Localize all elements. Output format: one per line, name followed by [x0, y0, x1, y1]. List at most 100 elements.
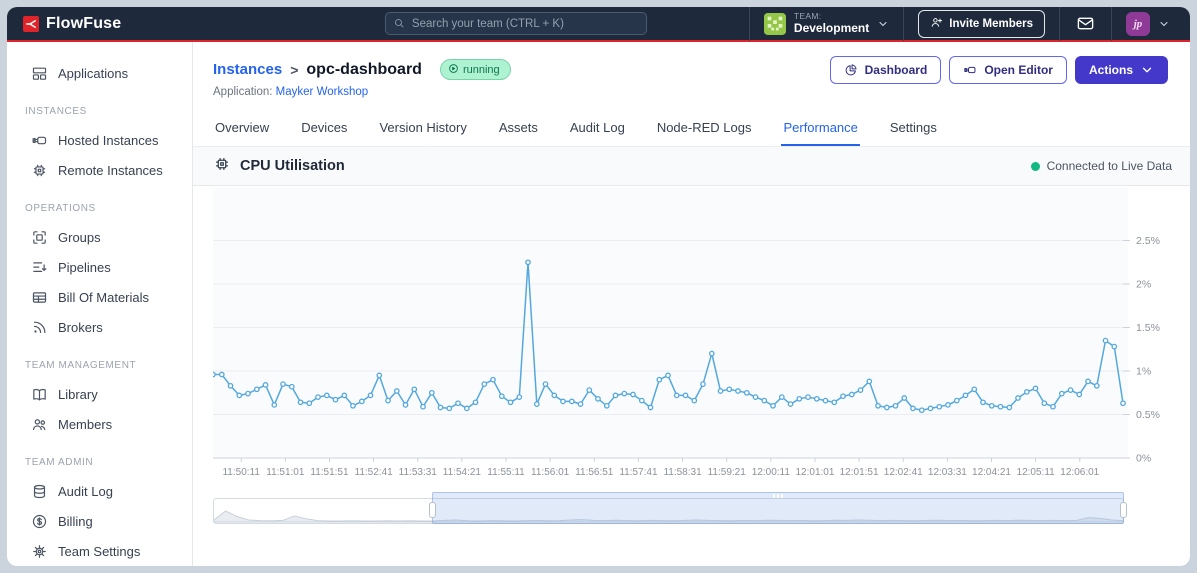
mail-icon: [1076, 14, 1095, 33]
sidebar-item-members[interactable]: Members: [7, 409, 192, 439]
button-label: Open Editor: [984, 63, 1053, 77]
flowfuse-logo[interactable]: FlowFuse: [23, 15, 121, 33]
team-search: [384, 12, 647, 35]
sidebar-item-audit-log[interactable]: Audit Log: [7, 476, 192, 506]
audit-log-icon: [31, 483, 48, 500]
tab-version-history[interactable]: Version History: [377, 112, 468, 146]
svg-text:1%: 1%: [1136, 366, 1151, 378]
sidebar-item-library[interactable]: Library: [7, 379, 192, 409]
invite-members-label: Invite Members: [949, 17, 1033, 30]
sidebar-item-label: Brokers: [58, 319, 103, 335]
sidebar-item-label: Pipelines: [58, 259, 111, 275]
user-menu[interactable]: jp: [1112, 11, 1176, 36]
open-editor-button[interactable]: Open Editor: [949, 56, 1067, 84]
bom-icon: [31, 289, 48, 306]
tab-devices[interactable]: Devices: [299, 112, 349, 146]
svg-text:2.5%: 2.5%: [1136, 235, 1160, 247]
chart-panel-header: CPU Utilisation Connected to Live Data: [193, 147, 1190, 186]
svg-text:11:52:41: 11:52:41: [355, 467, 394, 478]
dashboard-button[interactable]: Dashboard: [829, 56, 942, 84]
invite-members-button[interactable]: Invite Members: [918, 9, 1045, 38]
notifications-button[interactable]: [1060, 14, 1111, 33]
svg-text:0%: 0%: [1136, 453, 1151, 465]
svg-text:2%: 2%: [1136, 279, 1151, 291]
sidebar-item-applications[interactable]: Applications: [7, 58, 192, 88]
svg-text:12:06:01: 12:06:01: [1060, 467, 1099, 478]
settings-icon: [31, 543, 48, 560]
sidebar-item-label: Remote Instances: [58, 162, 163, 178]
page-header: Instances > opc-dashboard running Applic…: [193, 42, 1190, 98]
navbar-right-cluster: TEAM: Development Invite Members jp: [748, 7, 1176, 41]
svg-text:12:00:11: 12:00:11: [752, 467, 791, 478]
svg-text:1.5%: 1.5%: [1136, 322, 1160, 334]
sidebar-item-remote-instances[interactable]: Remote Instances: [7, 155, 192, 185]
groups-icon: [31, 229, 48, 246]
navigator-right-handle[interactable]: [1120, 502, 1127, 518]
editor-icon: [963, 63, 977, 77]
sidebar-item-label: Library: [58, 386, 98, 402]
svg-text:11:51:01: 11:51:01: [266, 467, 305, 478]
cpu-chart-svg: 0% 0.5% 1% 1.5% 2% 2.5% 11:50:11 11:51:01 11:51:…: [213, 188, 1160, 478]
live-status-text: Connected to Live Data: [1046, 159, 1172, 173]
svg-text:12:01:51: 12:01:51: [840, 467, 879, 478]
team-selector[interactable]: TEAM: Development: [750, 7, 903, 40]
actions-button[interactable]: Actions: [1074, 56, 1168, 84]
svg-text:12:03:31: 12:03:31: [928, 467, 967, 478]
status-badge: running: [439, 59, 511, 80]
cpu-chip-icon: [213, 155, 231, 177]
brokers-icon: [31, 319, 48, 336]
main-content: Instances > opc-dashboard running Applic…: [193, 42, 1190, 566]
button-label: Dashboard: [864, 63, 928, 77]
tab-audit-log[interactable]: Audit Log: [568, 112, 627, 146]
user-avatar: jp: [1126, 11, 1150, 36]
sidebar-item-hosted-instances[interactable]: Hosted Instances: [7, 125, 192, 155]
sidebar-item-label: Team Settings: [58, 543, 141, 559]
svg-text:11:51:51: 11:51:51: [310, 467, 349, 478]
svg-text:12:01:01: 12:01:01: [795, 467, 834, 478]
breadcrumb-separator: >: [290, 61, 299, 78]
team-name: Development: [793, 20, 870, 35]
dashboard-icon: [844, 63, 858, 77]
live-status: Connected to Live Data: [1030, 159, 1172, 173]
svg-text:11:59:21: 11:59:21: [708, 467, 747, 478]
chevron-down-icon: [877, 18, 889, 30]
tab-assets[interactable]: Assets: [497, 112, 540, 146]
sidebar-item-team-settings[interactable]: Team Settings: [7, 536, 192, 566]
page-title: opc-dashboard: [306, 60, 422, 78]
applications-icon: [31, 65, 48, 82]
breadcrumb-instances-link[interactable]: Instances: [213, 61, 282, 78]
library-icon: [31, 386, 48, 403]
sidebar-item-brokers[interactable]: Brokers: [7, 312, 192, 342]
sidebar-item-label: Audit Log: [58, 483, 113, 499]
tab-settings[interactable]: Settings: [888, 112, 939, 146]
svg-text:12:02:41: 12:02:41: [884, 467, 923, 478]
flowfuse-logo-icon: [23, 15, 39, 32]
tab-overview[interactable]: Overview: [213, 112, 271, 146]
search-input[interactable]: [384, 12, 647, 35]
tab-performance[interactable]: Performance: [781, 112, 860, 146]
chevron-down-icon: [1158, 18, 1170, 30]
svg-text:11:55:11: 11:55:11: [487, 467, 525, 478]
navigator-selection[interactable]: [428, 492, 1127, 524]
live-dot-icon: [1030, 161, 1040, 171]
tab-bar: Overview Devices Version History Assets Audi…: [193, 112, 1190, 147]
sidebar-item-pipelines[interactable]: Pipelines: [7, 252, 192, 282]
application-link[interactable]: Mayker Workshop: [276, 86, 368, 98]
tab-node-red-logs[interactable]: Node-RED Logs: [655, 112, 754, 146]
sidebar-item-groups[interactable]: Groups: [7, 222, 192, 252]
svg-text:11:54:21: 11:54:21: [443, 467, 482, 478]
status-badge-label: running: [462, 63, 500, 76]
sidebar-item-label: Billing: [58, 513, 93, 529]
sidebar-item-billing[interactable]: Billing: [7, 506, 192, 536]
svg-text:11:58:31: 11:58:31: [663, 467, 702, 478]
flowfuse-logo-text: FlowFuse: [46, 14, 122, 32]
sidebar-item-label: Hosted Instances: [58, 132, 159, 148]
navigator-left-handle[interactable]: [428, 502, 436, 518]
svg-text:11:56:51: 11:56:51: [575, 467, 614, 478]
sidebar-item-bill-of-materials[interactable]: Bill Of Materials: [7, 282, 192, 312]
button-label: Actions: [1088, 63, 1133, 77]
application-row: Application: Mayker Workshop: [213, 86, 1168, 98]
header-actions: Dashboard Open Editor Actions: [829, 56, 1168, 84]
cpu-chart: 0% 0.5% 1% 1.5% 2% 2.5% 11:50:11 11:51:01 11:51:…: [193, 186, 1190, 478]
navigator-grip-icon[interactable]: [772, 494, 783, 498]
